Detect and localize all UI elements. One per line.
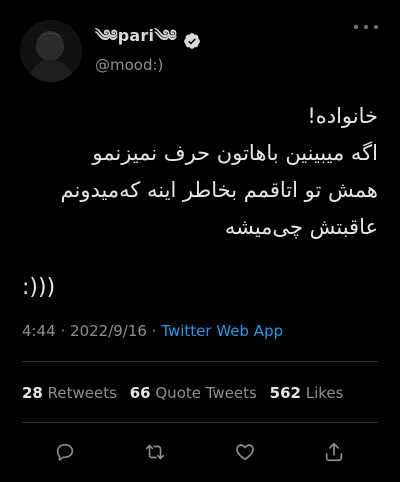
verified-badge-icon <box>183 32 201 50</box>
retweets-stat[interactable]: 28 Retweets <box>22 384 117 402</box>
avatar-image <box>20 20 82 82</box>
meta-separator: · <box>151 322 157 340</box>
tweet-emote: :))) <box>22 275 56 300</box>
heart-icon[interactable] <box>230 437 260 467</box>
more-options-icon[interactable] <box>354 20 378 34</box>
meta-separator: · <box>60 322 66 340</box>
reply-icon[interactable] <box>50 437 80 467</box>
avatar[interactable] <box>20 20 82 82</box>
tweet-meta: 4:44 · 2022/9/16 · Twitter Web App <box>22 322 283 340</box>
divider <box>22 422 378 423</box>
likes-label: Likes <box>305 384 344 402</box>
tweet-line: عاقبتش چی‌میشه <box>224 215 378 239</box>
retweets-count: 28 <box>22 384 43 402</box>
author-handle[interactable]: @mood:) <box>95 56 163 74</box>
quote-tweets-count: 66 <box>129 384 151 402</box>
share-icon[interactable] <box>319 437 349 467</box>
retweet-icon[interactable] <box>140 437 170 467</box>
tweet-time[interactable]: 4:44 <box>22 322 56 340</box>
tweet-text: خانواده! اگه میبینین باهاتون حرف نمیزنمو… <box>22 98 379 246</box>
tweet-line: همش تو اتاقمم بخاطر اینه که‌میدونم <box>60 178 379 202</box>
likes-count: 562 <box>269 384 301 402</box>
divider <box>22 361 378 362</box>
quote-tweets-stat[interactable]: 66 Quote Tweets <box>130 384 257 402</box>
tweet-date[interactable]: 2022/9/16 <box>70 322 147 340</box>
tweet-actions <box>0 437 400 467</box>
likes-stat[interactable]: 562 Likes <box>270 384 344 402</box>
quote-tweets-label: Quote Tweets <box>155 384 257 402</box>
tweet-line: اگه میبینین باهاتون حرف نمیزنمو <box>92 141 378 165</box>
source-app-link[interactable]: Twitter Web App <box>161 322 283 340</box>
tweet-line: خانواده! <box>307 104 378 128</box>
engagement-stats: 28 Retweets 66 Quote Tweets 562 Likes <box>22 384 343 402</box>
retweets-label: Retweets <box>47 384 117 402</box>
